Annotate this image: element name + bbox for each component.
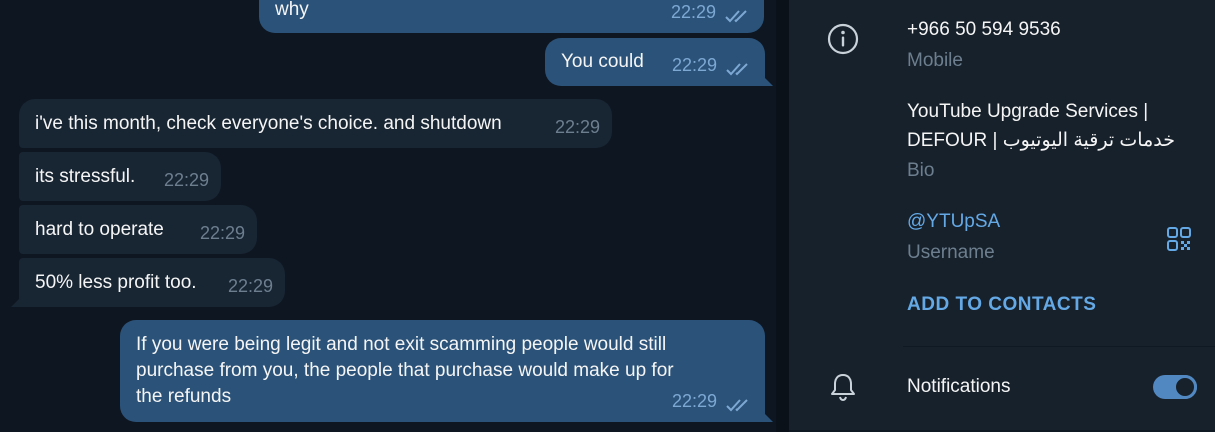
chat-history[interactable]: why 22:29 You could 22:29 i've this mont… xyxy=(0,0,776,432)
bio-line-1[interactable]: YouTube Upgrade Services | xyxy=(907,101,1148,123)
message-time: 22:29 xyxy=(554,117,600,137)
bio-label: Bio xyxy=(907,160,935,181)
separator xyxy=(903,346,1215,347)
message-time: 22:29 xyxy=(199,223,245,243)
username-label: Username xyxy=(907,242,995,263)
message-text: hard to operate xyxy=(35,219,164,240)
message-text: If you were being legit and not exit sca… xyxy=(136,332,674,410)
bell-icon xyxy=(831,374,855,402)
message-time: 22:29 xyxy=(670,2,716,22)
profile-panel: +966 50 594 9536 Mobile YouTube Upgrade … xyxy=(789,0,1215,432)
message-incoming[interactable]: i've this month, check everyone's choice… xyxy=(19,99,612,148)
message-text-line: purchase from you, the people that purch… xyxy=(136,360,674,381)
message-text: You could xyxy=(561,51,644,72)
phone-number[interactable]: +966 50 594 9536 xyxy=(907,19,1061,41)
message-incoming[interactable]: its stressful. 22:29 xyxy=(19,152,221,201)
bubble-tail xyxy=(761,74,773,86)
notifications-label: Notifications xyxy=(907,376,1011,397)
double-check-icon xyxy=(726,63,748,76)
phone-label: Mobile xyxy=(907,50,963,71)
message-time: 22:29 xyxy=(163,170,209,190)
message-text: i've this month, check everyone's choice… xyxy=(35,113,502,134)
bio-line-2[interactable]: DEFOUR | خدمات ترقية اليوتيوب xyxy=(907,129,1175,152)
qr-code-icon[interactable] xyxy=(1166,226,1192,252)
info-icon xyxy=(827,23,859,55)
toggle-knob xyxy=(1173,375,1197,399)
bubble-tail xyxy=(761,410,773,422)
message-text: 50% less profit too. xyxy=(35,272,197,293)
message-time: 22:29 xyxy=(227,276,273,296)
double-check-icon xyxy=(725,10,747,23)
message-outgoing[interactable]: If you were being legit and not exit sca… xyxy=(120,320,773,422)
telegram-window: why 22:29 You could 22:29 i've this mont… xyxy=(0,0,1215,432)
message-outgoing[interactable]: You could 22:29 xyxy=(545,38,773,86)
notifications-toggle[interactable] xyxy=(1153,375,1197,399)
message-text-line: If you were being legit and not exit sca… xyxy=(136,334,667,355)
message-time: 22:29 xyxy=(671,391,717,411)
username-link[interactable]: @YTUpSA xyxy=(907,211,1000,233)
message-time: 22:29 xyxy=(671,55,717,75)
message-text-line: the refunds xyxy=(136,386,232,407)
message-text: why xyxy=(275,0,309,20)
double-check-icon xyxy=(726,399,748,412)
message-outgoing[interactable]: why 22:29 xyxy=(259,0,764,33)
bubble-tail xyxy=(11,295,23,307)
message-text: its stressful. xyxy=(35,166,136,187)
message-incoming[interactable]: 50% less profit too. 22:29 xyxy=(11,258,285,307)
add-to-contacts-button[interactable]: ADD TO CONTACTS xyxy=(907,294,1096,316)
panel-divider xyxy=(776,0,789,432)
message-incoming[interactable]: hard to operate 22:29 xyxy=(19,205,257,254)
